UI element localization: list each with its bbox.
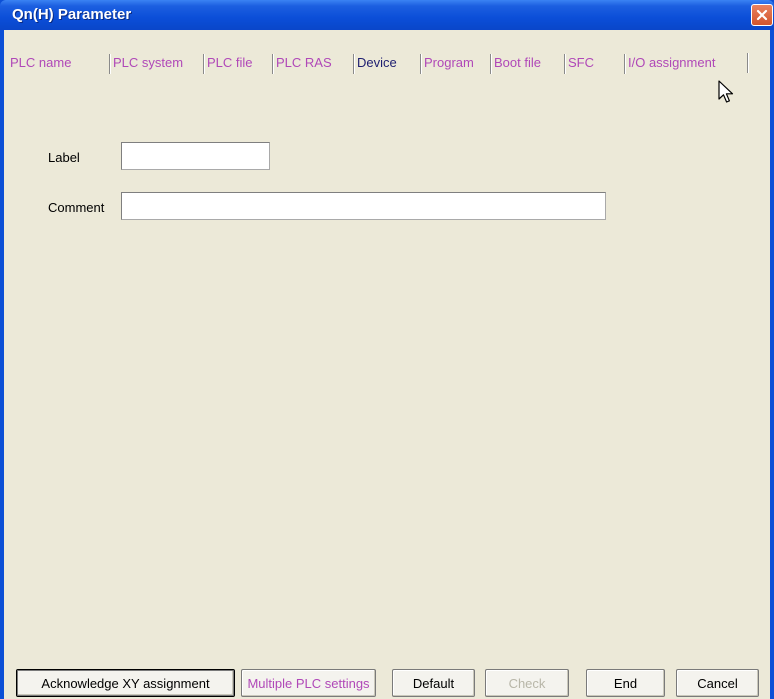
acknowledge-xy-assignment-button[interactable]: Acknowledge XY assignment	[16, 669, 235, 697]
end-button[interactable]: End	[586, 669, 665, 697]
comment-input[interactable]	[121, 192, 606, 220]
tab-sfc[interactable]: SFC	[564, 52, 594, 74]
tab-program[interactable]: Program	[420, 52, 474, 74]
dialog-client-area: PLC name PLC system PLC file PLC RAS Dev…	[4, 30, 770, 699]
tab-plc-system[interactable]: PLC system	[109, 52, 183, 74]
cancel-button[interactable]: Cancel	[676, 669, 759, 697]
window-title: Qn(H) Parameter	[12, 6, 132, 23]
check-button[interactable]: Check	[485, 669, 569, 697]
tab-plc-name[interactable]: PLC name	[10, 52, 71, 74]
label-input[interactable]	[121, 142, 270, 170]
tab-io-assignment[interactable]: I/O assignment	[624, 52, 715, 74]
comment-caption: Comment	[48, 200, 105, 215]
close-button[interactable]	[751, 4, 773, 26]
tab-strip: PLC name PLC system PLC file PLC RAS Dev…	[4, 52, 770, 78]
tab-boot-file[interactable]: Boot file	[490, 52, 541, 74]
close-icon	[756, 9, 768, 21]
tab-plc-ras[interactable]: PLC RAS	[272, 52, 332, 74]
label-caption: Label	[48, 150, 80, 165]
tab-plc-file[interactable]: PLC file	[203, 52, 253, 74]
tab-device[interactable]: Device	[353, 52, 397, 74]
multiple-plc-settings-button[interactable]: Multiple PLC settings	[241, 669, 376, 697]
default-button[interactable]: Default	[392, 669, 475, 697]
parameter-window: Qn(H) Parameter PLC name PLC system PLC …	[0, 0, 774, 699]
tab-strip-end	[747, 53, 748, 73]
title-bar[interactable]: Qn(H) Parameter	[0, 0, 774, 30]
